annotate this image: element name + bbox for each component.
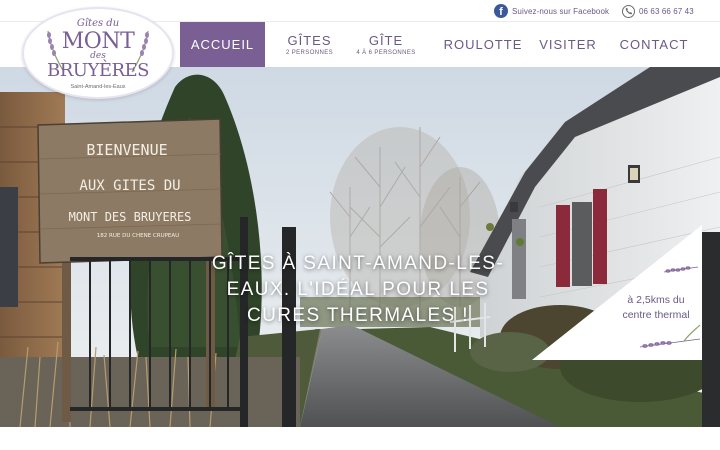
menu: ACCUEIL GÎTES 2 PERSONNES GÎTE 4 À 6 PER… bbox=[180, 22, 698, 67]
nav-visiter-label: VISITER bbox=[539, 37, 597, 52]
nav-gite-sublabel: 4 À 6 PERSONNES bbox=[356, 50, 416, 56]
nav-roulotte[interactable]: ROULOTTE bbox=[438, 22, 528, 67]
nav-accueil-label: ACCUEIL bbox=[190, 37, 255, 52]
nav-contact[interactable]: CONTACT bbox=[610, 22, 698, 67]
badge-line-2: centre thermal bbox=[622, 309, 690, 321]
nav-gites-2-personnes[interactable]: GÎTES 2 PERSONNES bbox=[273, 22, 346, 67]
facebook-link-text: Suivez-nous sur Facebook bbox=[512, 6, 610, 16]
page-below-hero bbox=[0, 427, 720, 450]
nav-visiter[interactable]: VISITER bbox=[528, 22, 608, 67]
phone-number: 06 63 66 67 43 bbox=[639, 6, 694, 16]
phone-icon bbox=[622, 4, 635, 18]
logo-town: Saint-Amand-les-Eaux bbox=[70, 84, 126, 90]
facebook-link[interactable]: f Suivez-nous sur Facebook bbox=[494, 3, 609, 19]
nav-accueil[interactable]: ACCUEIL bbox=[180, 22, 265, 67]
hero-photo: BIENVENUE AUX GITES DU MONT DES BRUYERES… bbox=[0, 67, 720, 427]
nav-gites-label: GÎTES bbox=[287, 33, 332, 48]
sign-line-2: AUX GITES DU bbox=[79, 178, 180, 194]
logo-line-4: BRUYÈRES bbox=[47, 60, 150, 81]
sign-line-1: BIENVENUE bbox=[86, 141, 167, 159]
nav-contact-label: CONTACT bbox=[619, 37, 689, 52]
hero-headline: GÎTES À SAINT-AMAND-LES-EAUX. L'IDÉAL PO… bbox=[211, 253, 505, 326]
facebook-icon: f bbox=[494, 4, 508, 18]
logo-line-1: Gîtes du bbox=[76, 18, 120, 29]
thermal-distance-badge: à 2,5kms du centre thermal bbox=[596, 293, 716, 323]
nav-gite-4-6-personnes[interactable]: GÎTE 4 À 6 PERSONNES bbox=[346, 22, 426, 67]
nav-roulotte-label: ROULOTTE bbox=[443, 37, 523, 52]
nav-gites-sublabel: 2 PERSONNES bbox=[285, 50, 334, 56]
badge-line-1: à 2,5kms du bbox=[627, 294, 685, 306]
sign-line-3: MONT DES BRUYERES bbox=[69, 210, 192, 224]
nav-gite-label: GÎTE bbox=[368, 33, 404, 48]
phone-link[interactable]: 06 63 66 67 43 bbox=[622, 3, 694, 19]
sign-line-4: 182 RUE DU CHENE CRUPEAU bbox=[97, 233, 179, 239]
hero-banner: BIENVENUE AUX GITES DU MONT DES BRUYERES… bbox=[0, 67, 720, 427]
site-logo[interactable]: Gîtes du MONT des BRUYÈRES Saint-Amand-l… bbox=[22, 7, 174, 99]
